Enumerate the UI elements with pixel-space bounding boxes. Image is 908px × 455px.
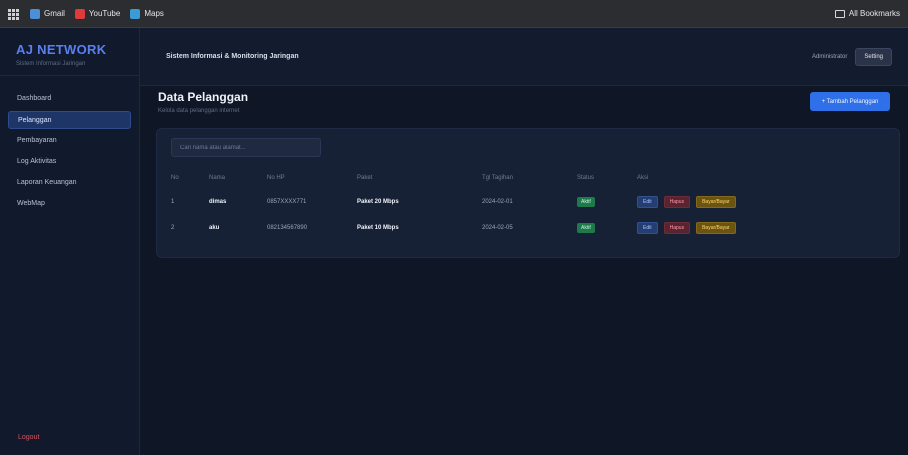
table-header: No Nama No HP Paket Tgl Tagihan Status A… — [171, 171, 887, 185]
status-badge: Aktif — [577, 197, 595, 207]
topbar-title: Sistem Informasi & Monitoring Jaringan — [166, 53, 299, 60]
topbar-right: Administrator Setting — [811, 47, 892, 66]
cell-hp: 0857XXXX771 — [267, 199, 307, 205]
cell-actions: Edit Hapus Bayar/Bayar — [637, 196, 887, 208]
sidebar-item-log-aktivitas[interactable]: Log Aktivitas — [8, 153, 131, 171]
column-header: Aksi — [637, 175, 649, 181]
bookmark-maps[interactable]: Maps — [130, 8, 164, 19]
setting-button[interactable]: Setting — [855, 47, 892, 66]
delete-button[interactable]: Hapus — [663, 196, 691, 208]
sidebar-item-pembayaran[interactable]: Pembayaran — [8, 132, 131, 150]
cell-actions: Edit Hapus Bayar/Bayar — [637, 222, 887, 234]
cell-no: 2 — [171, 225, 175, 231]
bookmark-youtube[interactable]: YouTube — [74, 8, 121, 19]
all-bookmarks[interactable]: All Bookmarks — [834, 9, 900, 18]
bookmark-label: YouTube — [88, 9, 121, 18]
pay-button[interactable]: Bayar/Bayar — [696, 222, 736, 234]
add-customer-button[interactable]: + Tambah Pelanggan — [810, 92, 890, 111]
logout-link[interactable]: Logout — [18, 434, 39, 441]
column-header: Status — [577, 175, 595, 181]
cell-tgl: 2024-02-01 — [482, 199, 513, 205]
status-badge: Aktif — [577, 223, 595, 233]
apps-grid-icon[interactable] — [8, 8, 19, 20]
table-row: 1 dimas 0857XXXX771 Paket 20 Mbps 2024-0… — [171, 191, 887, 213]
cell-tgl: 2024-02-05 — [482, 225, 513, 231]
edit-button[interactable]: Edit — [637, 222, 658, 234]
column-header: No HP — [267, 175, 285, 181]
page-subtitle: Kelola data pelanggan internet — [158, 108, 240, 114]
user-name: Administrator — [811, 53, 848, 60]
bookmark-gmail[interactable]: Gmail — [30, 8, 65, 19]
youtube-icon — [74, 8, 85, 19]
search-input[interactable] — [171, 138, 321, 157]
sidebar-item-pelanggan[interactable]: Pelanggan — [8, 111, 131, 129]
cell-nama: dimas — [209, 199, 227, 205]
cell-hp: 082134567890 — [267, 225, 308, 231]
column-header: Tgl Tagihan — [482, 175, 513, 181]
column-header: Paket — [357, 175, 373, 181]
pay-button[interactable]: Bayar/Bayar — [696, 196, 736, 208]
cell-status: Aktif — [577, 197, 637, 207]
bookmark-label: Gmail — [44, 9, 65, 18]
delete-button[interactable]: Hapus — [663, 222, 691, 234]
sidebar: AJ NETWORK Sistem Informasi Jaringan Das… — [0, 28, 140, 455]
sidebar-item-dashboard[interactable]: Dashboard — [8, 90, 131, 108]
all-bookmarks-label: All Bookmarks — [848, 9, 900, 18]
customer-table-card: No Nama No HP Paket Tgl Tagihan Status A… — [156, 128, 900, 258]
gmail-icon — [30, 8, 40, 19]
bookmark-label: Maps — [144, 9, 164, 18]
sidebar-item-webmap[interactable]: WebMap — [8, 195, 131, 213]
cell-paket: Paket 20 Mbps — [357, 199, 399, 205]
cell-no: 1 — [171, 199, 175, 205]
maps-icon — [130, 8, 141, 19]
edit-button[interactable]: Edit — [637, 196, 658, 208]
sidebar-nav: Dashboard Pelanggan Pembayaran Log Aktiv… — [0, 76, 139, 213]
page-header: Data Pelanggan Kelola data pelanggan int… — [158, 90, 898, 126]
topbar: Sistem Informasi & Monitoring Jaringan A… — [140, 28, 908, 86]
brand-title: AJ NETWORK — [16, 42, 107, 57]
column-header: Nama — [209, 175, 226, 181]
cell-nama: aku — [209, 225, 220, 231]
brand: AJ NETWORK Sistem Informasi Jaringan — [0, 28, 139, 76]
column-header: No — [171, 175, 179, 181]
cell-status: Aktif — [577, 223, 637, 233]
brand-subtitle: Sistem Informasi Jaringan — [16, 61, 86, 67]
folder-icon — [834, 9, 845, 18]
page-title: Data Pelanggan — [158, 90, 249, 104]
table-row: 2 aku 082134567890 Paket 10 Mbps 2024-02… — [171, 217, 887, 239]
main-content: Sistem Informasi & Monitoring Jaringan A… — [140, 28, 908, 455]
bookmarks-bar: Gmail YouTube Maps All Bookmarks — [0, 0, 908, 28]
sidebar-item-laporan-keuangan[interactable]: Laporan Keuangan — [8, 174, 131, 192]
cell-paket: Paket 10 Mbps — [357, 225, 399, 231]
